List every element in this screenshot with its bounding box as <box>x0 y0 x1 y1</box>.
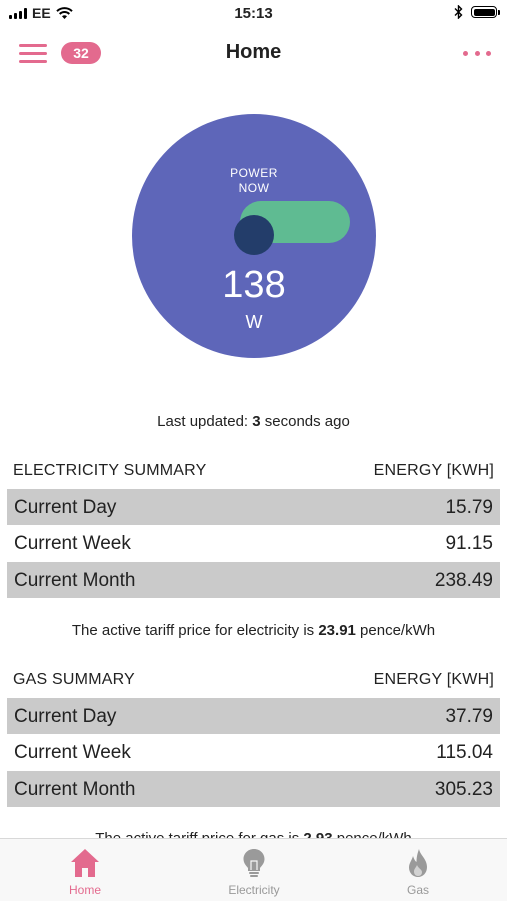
electricity-summary-title: ELECTRICITY SUMMARY <box>13 462 207 479</box>
nav-bar: 32 Home <box>0 30 507 76</box>
row-label: Current Month <box>14 779 136 800</box>
row-value: 115.04 <box>436 742 493 763</box>
bluetooth-icon <box>454 5 463 19</box>
last-updated-prefix: Last updated: <box>157 413 253 430</box>
tab-gas[interactable]: Gas <box>358 839 478 901</box>
tab-bar: Home Electricity Gas <box>0 838 507 901</box>
row-label: Current Day <box>14 497 117 518</box>
status-bar: EE 15:13 <box>0 0 507 30</box>
flame-icon <box>409 849 427 877</box>
row-value: 37.79 <box>445 706 493 727</box>
tab-home[interactable]: Home <box>25 839 145 901</box>
electricity-tariff-text: The active tariff price for electricity … <box>0 622 507 639</box>
tariff-suffix: pence/kWh <box>355 622 436 639</box>
page-title: Home <box>225 41 282 63</box>
more-options-icon[interactable] <box>463 45 491 61</box>
row-label: Current Day <box>14 706 117 727</box>
gauge-label-line2: NOW <box>238 181 270 195</box>
row-value: 91.15 <box>445 533 493 554</box>
electricity-tariff-value: 23.91 <box>318 622 356 639</box>
gas-summary-title: GAS SUMMARY <box>13 671 135 688</box>
electricity-row-day: Current Day 15.79 <box>7 489 500 525</box>
gas-unit-header: ENERGY [KWH] <box>373 671 494 688</box>
row-label: Current Week <box>14 742 131 763</box>
gas-row-day: Current Day 37.79 <box>7 698 500 734</box>
lightbulb-icon <box>243 849 265 877</box>
electricity-summary-header: ELECTRICITY SUMMARY ENERGY [KWH] <box>13 462 494 482</box>
power-gauge: POWER NOW 138 W <box>132 114 376 358</box>
status-right <box>454 5 500 19</box>
power-now-label: POWER NOW <box>132 166 376 196</box>
home-icon <box>71 849 99 877</box>
tab-label: Electricity <box>228 883 280 897</box>
tariff-prefix: The active tariff price for electricity … <box>71 622 319 639</box>
row-value: 15.79 <box>445 497 493 518</box>
power-value: 138 <box>222 264 286 306</box>
electricity-row-month: Current Month 238.49 <box>7 562 500 598</box>
gas-summary-header: GAS SUMMARY ENERGY [KWH] <box>13 671 494 691</box>
tab-electricity[interactable]: Electricity <box>194 839 314 901</box>
battery-icon <box>471 6 500 18</box>
electricity-row-week: Current Week 91.15 <box>7 525 500 561</box>
last-updated-amount: 3 <box>252 413 261 430</box>
gas-row-month: Current Month 305.23 <box>7 771 500 807</box>
gauge-hub <box>234 215 274 255</box>
gas-row-week: Current Week 115.04 <box>7 734 500 770</box>
tab-label: Home <box>68 883 101 897</box>
gauge-label-line1: POWER <box>230 166 278 180</box>
last-updated-text: Last updated: 3 seconds ago <box>0 413 507 430</box>
power-unit: W <box>245 312 263 332</box>
row-value: 305.23 <box>434 779 493 800</box>
last-updated-suffix: seconds ago <box>260 413 350 430</box>
status-time: 15:13 <box>234 5 273 22</box>
electricity-unit-header: ENERGY [KWH] <box>373 462 494 479</box>
tab-label: Gas <box>406 883 429 897</box>
row-label: Current Week <box>14 533 131 554</box>
row-value: 238.49 <box>434 570 493 591</box>
row-label: Current Month <box>14 570 136 591</box>
